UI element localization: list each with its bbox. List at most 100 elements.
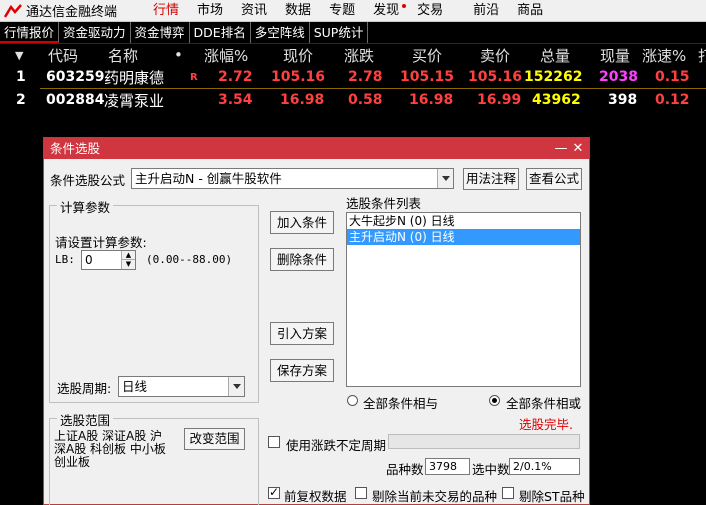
tab-fund-game[interactable]: 资金博弈: [131, 22, 190, 43]
condition-list[interactable]: 大牛起步N (0) 日线 主升启动N (0) 日线: [346, 212, 581, 387]
formula-label: 条件选股公式: [50, 173, 126, 188]
scope-group-title: 选股范围: [57, 410, 114, 429]
row-cur-vol: 398: [608, 92, 638, 108]
exclude-untraded-checkbox[interactable]: [355, 487, 367, 499]
app-logo-icon: [4, 3, 22, 18]
menu-item-trade[interactable]: 交易: [408, 0, 452, 22]
condition-stock-picker-dialog: 条件选股 — ✕ 条件选股公式 主升启动N - 创赢牛股软件 用法注释 查看公式…: [43, 137, 590, 505]
count-value: 3798: [429, 460, 457, 473]
lb-value: 0: [85, 253, 93, 267]
row-price: 105.16: [271, 69, 326, 85]
header-dot: •: [174, 46, 183, 64]
row-bid: 16.98: [409, 92, 454, 108]
delete-condition-button[interactable]: 删除条件: [270, 248, 334, 271]
and-all-radio[interactable]: [347, 395, 358, 406]
row-change: 2.78: [348, 69, 383, 85]
lb-label: LB:: [55, 253, 75, 266]
menu-item-commodity[interactable]: 商品: [508, 0, 552, 22]
menu-item-quotes[interactable]: 行情: [144, 0, 188, 22]
menu-item-discover[interactable]: 发现: [364, 0, 408, 22]
row-ask: 16.99: [477, 92, 522, 108]
chevron-down-icon[interactable]: [437, 169, 453, 188]
exclude-untraded-label: 剔除当前未交易的品种: [372, 489, 498, 504]
menu-bar: 通达信金融终端 行情 市场 资讯 数据 专题 发现 交易 前沿 商品: [0, 0, 706, 22]
usage-notes-button[interactable]: 用法注释: [463, 168, 519, 190]
list-item[interactable]: 大牛起步N (0) 日线: [347, 213, 580, 229]
formula-select-value: 主升启动N - 创赢牛股软件: [135, 171, 282, 186]
header-bid[interactable]: 买价: [412, 45, 442, 66]
exclude-st-checkbox[interactable]: [502, 487, 514, 499]
import-scheme-button[interactable]: 引入方案: [270, 322, 334, 345]
change-scope-button[interactable]: 改变范围: [184, 428, 245, 450]
lb-range: (0.00--88.00): [146, 253, 233, 266]
header-ask[interactable]: 卖价: [480, 45, 510, 66]
count-label: 品种数: [386, 462, 424, 477]
and-all-label: 全部条件相与: [363, 396, 439, 411]
row-name: 药明康德: [104, 68, 165, 87]
view-formula-button[interactable]: 查看公式: [526, 168, 582, 190]
status-text: 选股完毕.: [519, 417, 573, 432]
close-icon[interactable]: ✕: [570, 138, 586, 159]
params-group-title: 计算参数: [57, 197, 114, 216]
menu-item-market[interactable]: 市场: [188, 0, 232, 22]
row-bid: 105.15: [400, 69, 455, 85]
chevron-down-icon[interactable]: [228, 377, 244, 396]
quote-table-header: ▼ 代码 名称 • 涨幅% 现价 涨跌 买价 卖价 总量 现量 涨速% 打: [0, 44, 706, 66]
scope-text-line-3: 创业板: [54, 455, 91, 469]
list-item[interactable]: 主升启动N (0) 日线: [347, 229, 580, 245]
minimize-icon[interactable]: —: [553, 138, 569, 159]
unfixed-period-checkbox[interactable]: [268, 436, 280, 448]
period-select[interactable]: 日线: [118, 376, 245, 397]
or-all-radio[interactable]: [489, 395, 500, 406]
tab-dde-rank[interactable]: DDE排名: [190, 22, 251, 43]
header-more[interactable]: 打: [698, 45, 706, 66]
header-cur-vol[interactable]: 现量: [600, 45, 630, 66]
add-condition-button[interactable]: 加入条件: [270, 211, 334, 234]
sort-icon[interactable]: ▼: [15, 49, 23, 62]
params-prompt: 请设置计算参数:: [55, 235, 147, 250]
menu-item-topics[interactable]: 专题: [320, 0, 364, 22]
save-scheme-button[interactable]: 保存方案: [270, 359, 334, 382]
adjust-checkbox[interactable]: [268, 485, 280, 499]
stepper-down-icon[interactable]: ▼: [121, 260, 135, 269]
row-speed: 0.12: [655, 92, 690, 108]
row-code: 002884: [46, 92, 105, 108]
row-index: 2: [16, 92, 26, 108]
dialog-title-bar[interactable]: 条件选股 — ✕: [44, 138, 589, 159]
adjust-label: 前复权数据: [284, 489, 347, 504]
row-index: 1: [16, 69, 26, 85]
unfixed-period-label: 使用涨跌不定周期: [286, 438, 387, 453]
period-select-value: 日线: [122, 379, 148, 394]
menu-item-news[interactable]: 资讯: [232, 0, 276, 22]
row-volume: 43962: [532, 92, 581, 108]
header-change-pct[interactable]: 涨幅%: [204, 45, 248, 66]
tab-fund-drive[interactable]: 资金驱动力: [59, 22, 131, 43]
stepper-up-icon[interactable]: ▲: [121, 251, 135, 260]
menu-item-frontier[interactable]: 前沿: [464, 0, 508, 22]
header-price[interactable]: 现价: [283, 45, 313, 66]
or-all-label: 全部条件相或: [506, 396, 582, 411]
row-code: 603259: [46, 69, 105, 85]
header-volume[interactable]: 总量: [540, 45, 570, 66]
header-name[interactable]: 名称: [108, 45, 138, 66]
formula-select[interactable]: 主升启动N - 创赢牛股软件: [131, 168, 454, 189]
tab-quotes[interactable]: 行情报价: [0, 22, 60, 43]
tab-sup-stats[interactable]: SUP统计: [310, 22, 369, 43]
period-label: 选股周期:: [57, 381, 112, 396]
app-title: 通达信金融终端: [26, 5, 118, 20]
row-name: 凌霄泵业: [104, 91, 165, 110]
row-volume: 152262: [524, 69, 583, 85]
header-change[interactable]: 涨跌: [344, 45, 374, 66]
header-code[interactable]: 代码: [48, 45, 78, 66]
row-change-pct: 3.54: [218, 92, 253, 108]
menu-item-data[interactable]: 数据: [276, 0, 320, 22]
row-flag: R: [190, 72, 198, 83]
table-row[interactable]: 2 002884 凌霄泵业 3.54 16.98 0.58 16.98 16.9…: [0, 89, 706, 111]
condition-list-title: 选股条件列表: [346, 196, 422, 211]
lb-stepper[interactable]: 0 ▲ ▼: [81, 250, 136, 270]
tab-long-short[interactable]: 多空阵线: [251, 22, 310, 43]
table-row[interactable]: 1 603259 药明康德 R 2.72 105.16 2.78 105.15 …: [0, 66, 706, 88]
row-change: 0.58: [348, 92, 383, 108]
progress-bar: [388, 434, 580, 449]
header-speed[interactable]: 涨速%: [642, 45, 686, 66]
